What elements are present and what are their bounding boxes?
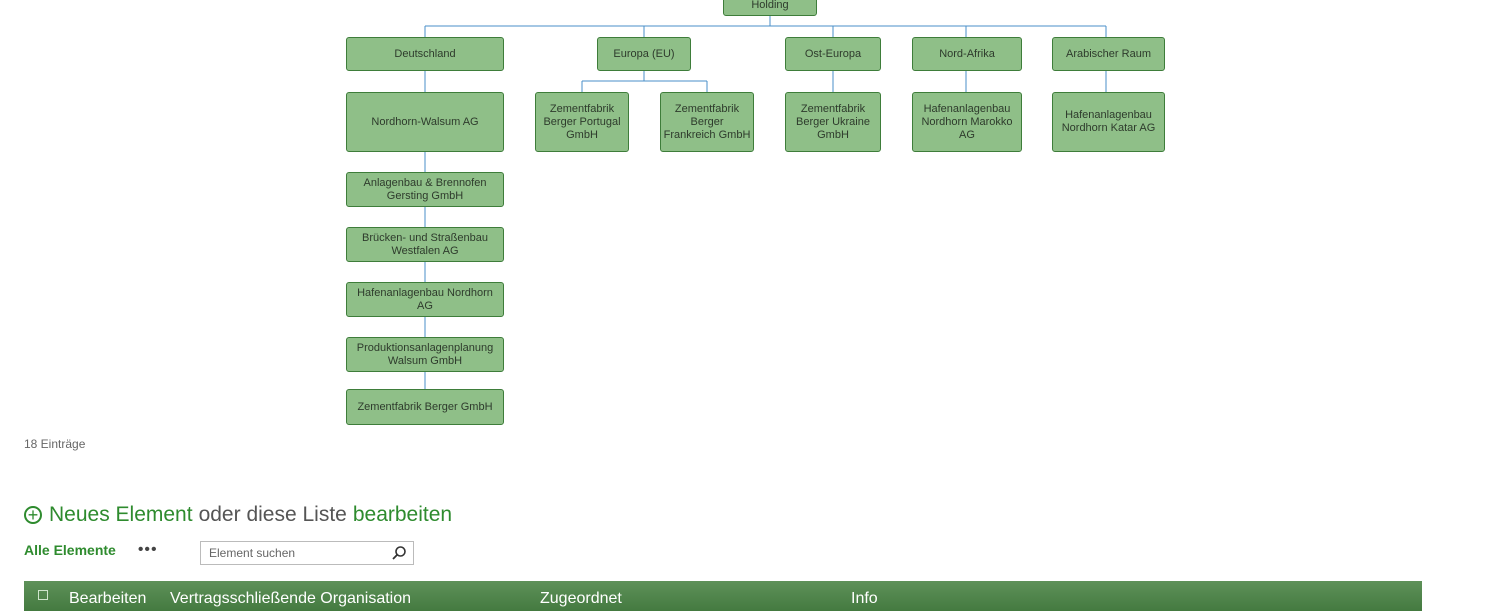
item-count: 18 Einträge	[24, 437, 86, 451]
org-node-brueckenbau-westfalen[interactable]: Brücken- und Straßenbau Westfalen AG	[346, 227, 504, 262]
col-header-vertragsschliessende-organisation[interactable]: Vertragsschließende Organisation	[170, 590, 411, 608]
new-item-link[interactable]: Neues Element	[49, 503, 193, 527]
more-views-button[interactable]: •••	[138, 541, 158, 559]
col-header-bearbeiten[interactable]: Bearbeiten	[69, 590, 146, 608]
org-node-berger-ukraine[interactable]: Zementfabrik Berger Ukraine GmbH	[785, 92, 881, 152]
org-node-berger-frankreich[interactable]: Zementfabrik Berger Frankreich GmbH	[660, 92, 754, 152]
org-node-berger-portugal[interactable]: Zementfabrik Berger Portugal GmbH	[535, 92, 629, 152]
org-node-ost-europa[interactable]: Ost-Europa	[785, 37, 881, 71]
list-header: Bearbeiten Vertragsschließende Organisat…	[24, 581, 1422, 611]
add-circle-icon[interactable]: +	[24, 506, 42, 524]
org-node-nordhorn-walsum[interactable]: Nordhorn-Walsum AG	[346, 92, 504, 152]
org-node-zementfabrik-berger[interactable]: Zementfabrik Berger GmbH	[346, 389, 504, 425]
org-node-nordhorn-marokko[interactable]: Hafenanlagenbau Nordhorn Marokko AG	[912, 92, 1022, 152]
view-all-items[interactable]: Alle Elemente	[24, 542, 116, 558]
org-node-holding[interactable]: Holding	[723, 0, 817, 16]
col-header-info[interactable]: Info	[851, 590, 878, 608]
org-node-produktionsanlagenplanung[interactable]: Produktionsanlagenplanung Walsum GmbH	[346, 337, 504, 372]
search-box	[200, 541, 414, 565]
select-all-checkbox[interactable]	[38, 590, 48, 600]
col-header-zugeordnet[interactable]: Zugeordnet	[540, 590, 622, 608]
search-icon[interactable]	[391, 545, 407, 566]
org-node-nordhorn-katar[interactable]: Hafenanlagenbau Nordhorn Katar AG	[1052, 92, 1165, 152]
view-selector: Alle Elemente •••	[24, 541, 158, 559]
org-node-hafenanlagenbau-nordhorn[interactable]: Hafenanlagenbau Nordhorn AG	[346, 282, 504, 317]
org-chart-connectors	[424, 16, 1107, 389]
new-item-connector-text: oder diese Liste	[198, 503, 347, 526]
org-chart: Holding Deutschland Europa (EU) Ost-Euro…	[0, 0, 1500, 430]
search-input[interactable]	[207, 545, 391, 561]
new-item-row: + Neues Element oder diese Liste bearbei…	[24, 503, 452, 527]
org-node-anlagenbau-gersting[interactable]: Anlagenbau & Brennofen Gersting GmbH	[346, 172, 504, 207]
org-node-nord-afrika[interactable]: Nord-Afrika	[912, 37, 1022, 71]
org-node-europa-eu[interactable]: Europa (EU)	[597, 37, 691, 71]
edit-list-link[interactable]: bearbeiten	[353, 503, 452, 527]
org-node-arabischer-raum[interactable]: Arabischer Raum	[1052, 37, 1165, 71]
org-node-deutschland[interactable]: Deutschland	[346, 37, 504, 71]
